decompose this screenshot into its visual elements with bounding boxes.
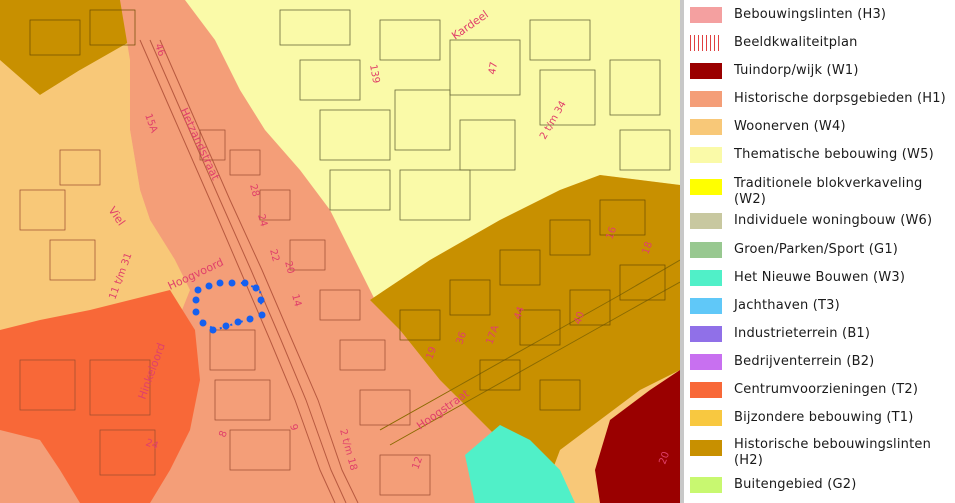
legend-swatch xyxy=(690,410,722,426)
legend-item-buitengebied[interactable]: Buitengebied (G2) xyxy=(690,477,952,493)
legend-item-beeldkwaliteitplan[interactable]: Beeldkwaliteitplan xyxy=(690,35,952,51)
legend-swatch xyxy=(690,119,722,135)
legend-label: Jachthaven (T3) xyxy=(734,298,840,313)
legend-item-woonerven[interactable]: Woonerven (W4) xyxy=(690,119,952,135)
legend-item-het-nieuwe-bouwen[interactable]: Het Nieuwe Bouwen (W3) xyxy=(690,270,952,286)
legend-label: Buitengebied (G2) xyxy=(734,477,857,492)
legend-label: Groen/Parken/Sport (G1) xyxy=(734,242,899,257)
legend-label: Woonerven (W4) xyxy=(734,119,846,134)
house-number: 47 xyxy=(487,61,500,75)
legend-label: Bijzondere bebouwing (T1) xyxy=(734,410,914,425)
legend-item-jachthaven[interactable]: Jachthaven (T3) xyxy=(690,298,952,314)
legend-label: Bedrijventerrein (B2) xyxy=(734,354,875,369)
legend-item-tuindorp[interactable]: Tuindorp/wijk (W1) xyxy=(690,63,952,79)
legend-label: Beeldkwaliteitplan xyxy=(734,35,858,50)
legend-item-industrieterrein[interactable]: Industrieterrein (B1) xyxy=(690,326,952,342)
map-legend: Bebouwingslinten (H3) Beeldkwaliteitplan… xyxy=(684,0,955,503)
legend-swatch xyxy=(690,354,722,370)
legend-item-traditionele-blokverkaveling[interactable]: Traditionele blokverkaveling (W2) xyxy=(690,176,952,208)
legend-swatch xyxy=(690,298,722,314)
legend-item-individuele-woningbouw[interactable]: Individuele woningbouw (W6) xyxy=(690,213,952,229)
legend-swatch xyxy=(690,91,722,107)
legend-item-groen-parken-sport[interactable]: Groen/Parken/Sport (G1) xyxy=(690,242,952,258)
legend-label: Bebouwingslinten (H3) xyxy=(734,7,887,22)
legend-label: Traditionele blokverkaveling (W2) xyxy=(734,176,923,207)
legend-label: Industrieterrein (B1) xyxy=(734,326,871,341)
legend-label: Thematische bebouwing (W5) xyxy=(734,147,934,162)
legend-item-bedrijventerrein[interactable]: Bedrijventerrein (B2) xyxy=(690,354,952,370)
legend-swatch xyxy=(690,63,722,79)
legend-item-centrumvoorzieningen[interactable]: Centrumvoorzieningen (T2) xyxy=(690,382,952,398)
legend-swatch xyxy=(690,382,722,398)
legend-swatch xyxy=(690,326,722,342)
legend-label: Tuindorp/wijk (W1) xyxy=(734,63,859,78)
legend-swatch xyxy=(690,270,722,286)
legend-label: Individuele woningbouw (W6) xyxy=(734,213,933,228)
legend-swatch xyxy=(690,242,722,258)
legend-item-bijzondere-bebouwing[interactable]: Bijzondere bebouwing (T1) xyxy=(690,410,952,426)
legend-swatch xyxy=(690,35,722,51)
legend-swatch xyxy=(690,213,722,229)
legend-label: Het Nieuwe Bouwen (W3) xyxy=(734,270,906,285)
legend-label: Historische dorpsgebieden (H1) xyxy=(734,91,946,106)
legend-swatch xyxy=(690,7,722,23)
legend-item-bebouwingslinten[interactable]: Bebouwingslinten (H3) xyxy=(690,7,952,23)
legend-swatch xyxy=(690,147,722,163)
legend-label: Centrumvoorzieningen (T2) xyxy=(734,382,919,397)
legend-swatch xyxy=(690,440,722,456)
legend-item-historische-dorpsgebieden[interactable]: Historische dorpsgebieden (H1) xyxy=(690,91,952,107)
zoning-map[interactable]: Hetzandstraat Kardeel Hoogvoord Hinkeloo… xyxy=(0,0,680,503)
legend-label: Historische bebouwingslinten (H2) xyxy=(734,437,932,468)
legend-item-historische-bebouwingslinten[interactable]: Historische bebouwingslinten (H2) xyxy=(690,437,952,469)
legend-swatch xyxy=(690,477,722,493)
legend-item-thematische-bebouwing[interactable]: Thematische bebouwing (W5) xyxy=(690,147,952,163)
legend-swatch xyxy=(690,179,722,195)
